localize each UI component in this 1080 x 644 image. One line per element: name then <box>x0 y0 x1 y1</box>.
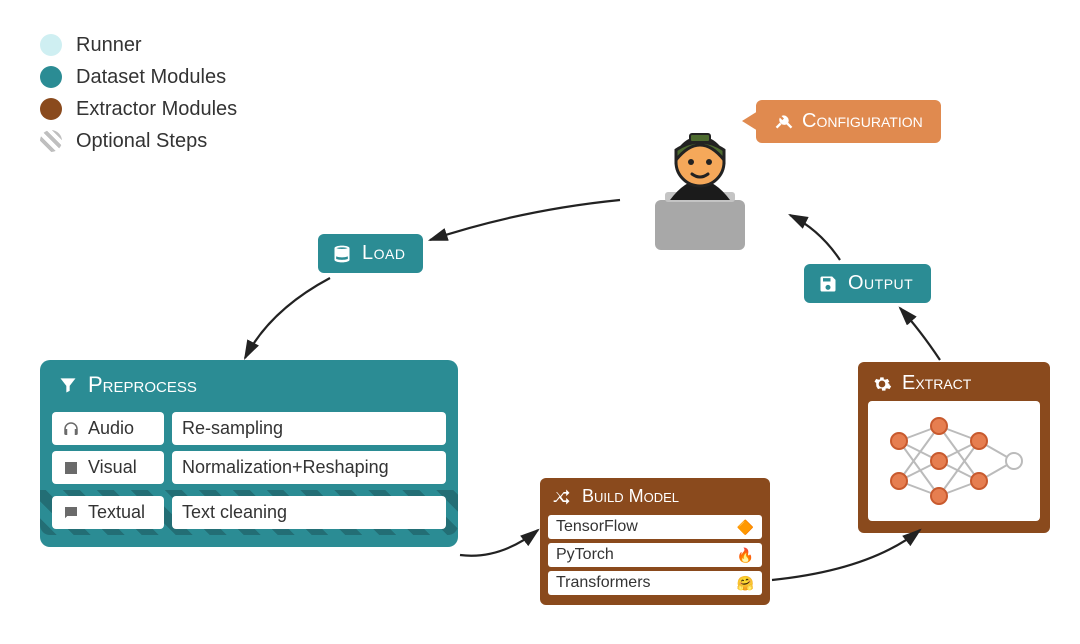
save-icon <box>818 274 838 294</box>
legend-dot-runner <box>40 34 62 56</box>
desc-visual-label: Normalization+Reshaping <box>182 457 389 478</box>
desc-textual: Text cleaning <box>172 496 446 529</box>
arrow-user-to-load <box>430 200 620 240</box>
neural-net-icon <box>879 411 1029 511</box>
preprocess-row-textual: Textual Text cleaning <box>40 490 458 535</box>
legend-row-extractor: Extractor Modules <box>40 94 237 124</box>
output-node: Output <box>804 264 931 303</box>
modality-textual-label: Textual <box>88 502 145 523</box>
arrow-load-to-preprocess <box>245 278 330 358</box>
preprocess-row-visual: Visual Normalization+Reshaping <box>52 451 446 484</box>
framework-transformers-label: Transformers <box>556 574 651 592</box>
arrow-output-to-user <box>790 215 840 260</box>
chat-icon <box>62 504 80 522</box>
modality-visual-label: Visual <box>88 457 137 478</box>
legend-dot-dataset <box>40 66 62 88</box>
legend-row-runner: Runner <box>40 30 237 60</box>
image-icon <box>62 459 80 477</box>
framework-tensorflow: TensorFlow 🔶 <box>548 515 762 539</box>
headphones-icon <box>62 420 80 438</box>
arrow-build-to-extract <box>772 530 920 580</box>
database-icon <box>332 244 352 264</box>
transformers-icon: 🤗 <box>737 575 754 592</box>
extract-body <box>868 401 1040 521</box>
user-figure <box>620 120 780 250</box>
legend-label-runner: Runner <box>76 30 142 60</box>
modality-audio-label: Audio <box>88 418 134 439</box>
extract-title: Extract <box>902 372 971 395</box>
legend: Runner Dataset Modules Extractor Modules… <box>40 30 237 158</box>
configuration-label: Configuration <box>802 110 923 132</box>
legend-dot-optional <box>40 130 62 152</box>
load-label: Load <box>362 242 405 265</box>
user-icon <box>620 120 780 250</box>
desc-audio-label: Re-sampling <box>182 418 283 439</box>
legend-label-optional: Optional Steps <box>76 126 207 156</box>
output-label: Output <box>848 272 913 295</box>
framework-pytorch: PyTorch 🔥 <box>548 543 762 567</box>
framework-pytorch-label: PyTorch <box>556 546 614 564</box>
desc-visual: Normalization+Reshaping <box>172 451 446 484</box>
extract-header: Extract <box>858 362 1050 401</box>
legend-row-optional: Optional Steps <box>40 126 237 156</box>
modality-visual: Visual <box>52 451 164 484</box>
extract-card: Extract <box>858 362 1050 533</box>
desc-textual-label: Text cleaning <box>182 502 287 523</box>
arrow-extract-to-output <box>900 308 940 360</box>
configuration-bubble: Configuration <box>756 100 941 143</box>
legend-row-dataset: Dataset Modules <box>40 62 237 92</box>
preprocess-card: Preprocess Audio Re-sampling Visual Norm… <box>40 360 458 547</box>
legend-label-dataset: Dataset Modules <box>76 62 226 92</box>
build-model-title: Build Model <box>582 486 679 507</box>
modality-audio: Audio <box>52 412 164 445</box>
gear-icon <box>872 374 892 394</box>
load-node: Load <box>318 234 423 273</box>
build-model-card: Build Model TensorFlow 🔶 PyTorch 🔥 Trans… <box>540 478 770 605</box>
legend-dot-extractor <box>40 98 62 120</box>
shuffle-icon <box>552 487 572 507</box>
preprocess-row-audio: Audio Re-sampling <box>52 412 446 445</box>
pytorch-icon: 🔥 <box>737 547 754 564</box>
framework-transformers: Transformers 🤗 <box>548 571 762 595</box>
build-model-header: Build Model <box>540 478 770 511</box>
legend-label-extractor: Extractor Modules <box>76 94 237 124</box>
preprocess-title: Preprocess <box>88 372 197 398</box>
framework-tensorflow-label: TensorFlow <box>556 518 638 536</box>
filter-icon <box>58 375 78 395</box>
modality-textual: Textual <box>52 496 164 529</box>
tensorflow-icon: 🔶 <box>737 519 754 536</box>
desc-audio: Re-sampling <box>172 412 446 445</box>
arrow-preprocess-to-build <box>460 530 538 556</box>
preprocess-header: Preprocess <box>40 360 458 406</box>
